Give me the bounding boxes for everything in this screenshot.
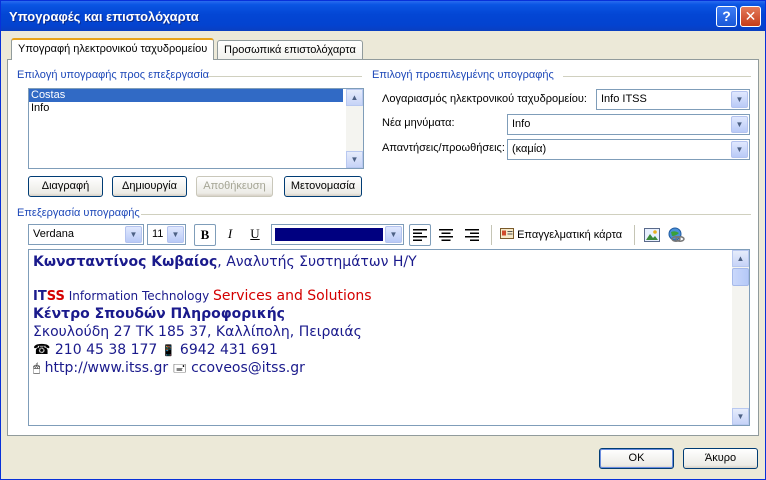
signature-line-center: Κέντρο Σπουδών Πληροφορικής (33, 305, 417, 323)
group-divider (141, 214, 751, 215)
account-select-value: Info ITSS (601, 93, 647, 105)
chevron-down-icon[interactable]: ▼ (731, 116, 748, 133)
edit-signature-group-label: Επεξεργασία υπογραφής (17, 207, 140, 219)
signature-blank-line (33, 271, 417, 287)
signature-line-address: Σκουλούδη 27 ΤΚ 185 37, Καλλίπολη, Πειρα… (33, 323, 417, 341)
signature-editor[interactable]: Κωνσταντίνος Κωβαίος, Αναλυτής Συστημάτω… (28, 249, 750, 426)
signature-content: Κωνσταντίνος Κωβαίος, Αναλυτής Συστημάτω… (33, 253, 417, 377)
align-right-icon (465, 229, 479, 241)
logo-it: IT (33, 289, 47, 304)
font-select-value: Verdana (33, 228, 74, 240)
cancel-button[interactable]: Άκυρο (683, 448, 758, 469)
new-messages-select-value: Info (512, 118, 531, 130)
signature-phone: 210 45 38 177 (50, 342, 162, 358)
mobile-icon: 📱 (161, 344, 176, 357)
business-card-label: Επαγγελματική κάρτα (517, 229, 623, 241)
tab-email-signature[interactable]: Υπογραφή ηλεκτρονικού ταχυδρομείου (11, 38, 215, 60)
font-color-swatch (275, 228, 383, 241)
signature-list[interactable]: Costas Info ▲ ▼ (28, 88, 364, 169)
bold-button[interactable]: B (194, 224, 216, 246)
group-divider (208, 76, 362, 77)
tab-panel-email-signature: Επιλογή υπογραφής προς επεξεργασία Costa… (7, 59, 759, 436)
select-signature-group-label: Επιλογή υπογραφής προς επεξεργασία (17, 69, 210, 81)
insert-picture-button[interactable] (641, 224, 663, 246)
signature-address: Σκουλούδη 27 ΤΚ 185 37, Καλλίπολη, Πειρα… (33, 324, 362, 340)
group-divider (563, 76, 751, 77)
underline-button[interactable]: U (244, 224, 266, 246)
signature-center: Κέντρο Σπουδών Πληροφορικής (33, 306, 285, 322)
phone-icon: ☎ (33, 342, 51, 358)
picture-icon (644, 228, 660, 242)
title-bar[interactable]: Υπογραφές και επιστολόχαρτα ? ✕ (1, 1, 765, 31)
new-messages-select[interactable]: Info ▼ (507, 114, 750, 135)
default-signature-group-label: Επιλογή προεπιλεγμένης υπογραφής (372, 69, 554, 81)
toolbar-separator (491, 225, 492, 245)
help-button[interactable]: ? (716, 6, 737, 27)
editor-scrollbar[interactable]: ▲ ▼ (732, 250, 749, 425)
new-messages-label: Νέα μηνύματα: (382, 117, 455, 129)
signature-list-scrollbar[interactable]: ▲ ▼ (346, 89, 363, 168)
signature-mobile: 6942 431 691 (175, 342, 278, 358)
font-select[interactable]: Verdana ▼ (28, 224, 144, 245)
signature-email[interactable]: ccoveos@itss.gr (187, 360, 305, 376)
replies-label: Απαντήσεις/προωθήσεις: (382, 142, 505, 154)
signature-line-name: Κωνσταντίνος Κωβαίος, Αναλυτής Συστημάτω… (33, 253, 417, 271)
align-right-button[interactable] (461, 224, 483, 246)
business-card-icon (500, 228, 514, 239)
signature-name: Κωνσταντίνος Κωβαίος (33, 254, 218, 270)
logo-ss: SS (46, 289, 65, 304)
editor-scroll-thumb[interactable] (732, 268, 749, 286)
tab-personal-stationery[interactable]: Προσωπικά επιστολόχαρτα (217, 40, 363, 61)
scroll-down-icon[interactable]: ▼ (732, 408, 749, 425)
signature-role: , Αναλυτής Συστημάτων Η/Υ (217, 254, 417, 270)
align-center-icon (439, 229, 453, 241)
mail-icon: 🖃 (172, 361, 187, 375)
align-left-button[interactable] (409, 224, 431, 246)
chevron-down-icon[interactable]: ▼ (385, 226, 402, 243)
hyperlink-globe-icon (668, 227, 685, 242)
signature-website[interactable]: http://www.itss.gr (40, 360, 172, 376)
ok-button[interactable]: OK (599, 448, 674, 469)
toolbar-separator (634, 225, 635, 245)
replies-select-value: (καμία) (512, 143, 547, 155)
business-card-button[interactable]: Επαγγελματική κάρτα (500, 224, 622, 246)
signature-line-company: ITSS Information Technology Services and… (33, 287, 417, 305)
close-button[interactable]: ✕ (740, 6, 761, 27)
replies-select[interactable]: (καμία) ▼ (507, 139, 750, 160)
scroll-down-icon[interactable]: ▼ (346, 151, 363, 168)
align-left-icon (413, 229, 427, 241)
delete-button[interactable]: Διαγραφή (28, 176, 103, 197)
align-center-button[interactable] (435, 224, 457, 246)
insert-hyperlink-button[interactable] (666, 224, 688, 246)
font-size-select[interactable]: 11 ▼ (147, 224, 186, 245)
company-services: Services and Solutions (213, 288, 372, 304)
company-tech: Information Technology (64, 289, 213, 303)
scroll-up-icon[interactable]: ▲ (346, 89, 363, 106)
signature-list-item-costas[interactable]: Costas (29, 89, 343, 102)
signature-line-contact: 🖱 http://www.itss.gr 🖃 ccoveos@itss.gr (33, 359, 417, 377)
signature-line-phones: ☎ 210 45 38 177 📱 6942 431 691 (33, 341, 417, 359)
signatures-dialog: Υπογραφές και επιστολόχαρτα ? ✕ Υπογραφή… (0, 0, 766, 480)
account-select[interactable]: Info ITSS ▼ (596, 89, 750, 110)
chevron-down-icon[interactable]: ▼ (167, 226, 184, 243)
font-color-select[interactable]: ▼ (271, 224, 404, 245)
chevron-down-icon[interactable]: ▼ (125, 226, 142, 243)
chevron-down-icon[interactable]: ▼ (731, 141, 748, 158)
account-label: Λογαριασμός ηλεκτρονικού ταχυδρομείου: (382, 93, 587, 105)
chevron-down-icon[interactable]: ▼ (731, 91, 748, 108)
italic-button[interactable]: I (219, 224, 241, 246)
signature-list-item-info[interactable]: Info (29, 102, 363, 115)
rename-button[interactable]: Μετονομασία (284, 176, 362, 197)
scroll-up-icon[interactable]: ▲ (732, 250, 749, 267)
font-size-value: 11 (152, 228, 164, 240)
window-title: Υπογραφές και επιστολόχαρτα (9, 9, 199, 24)
create-button[interactable]: Δημιουργία (112, 176, 187, 197)
save-button[interactable]: Αποθήκευση (196, 176, 273, 197)
